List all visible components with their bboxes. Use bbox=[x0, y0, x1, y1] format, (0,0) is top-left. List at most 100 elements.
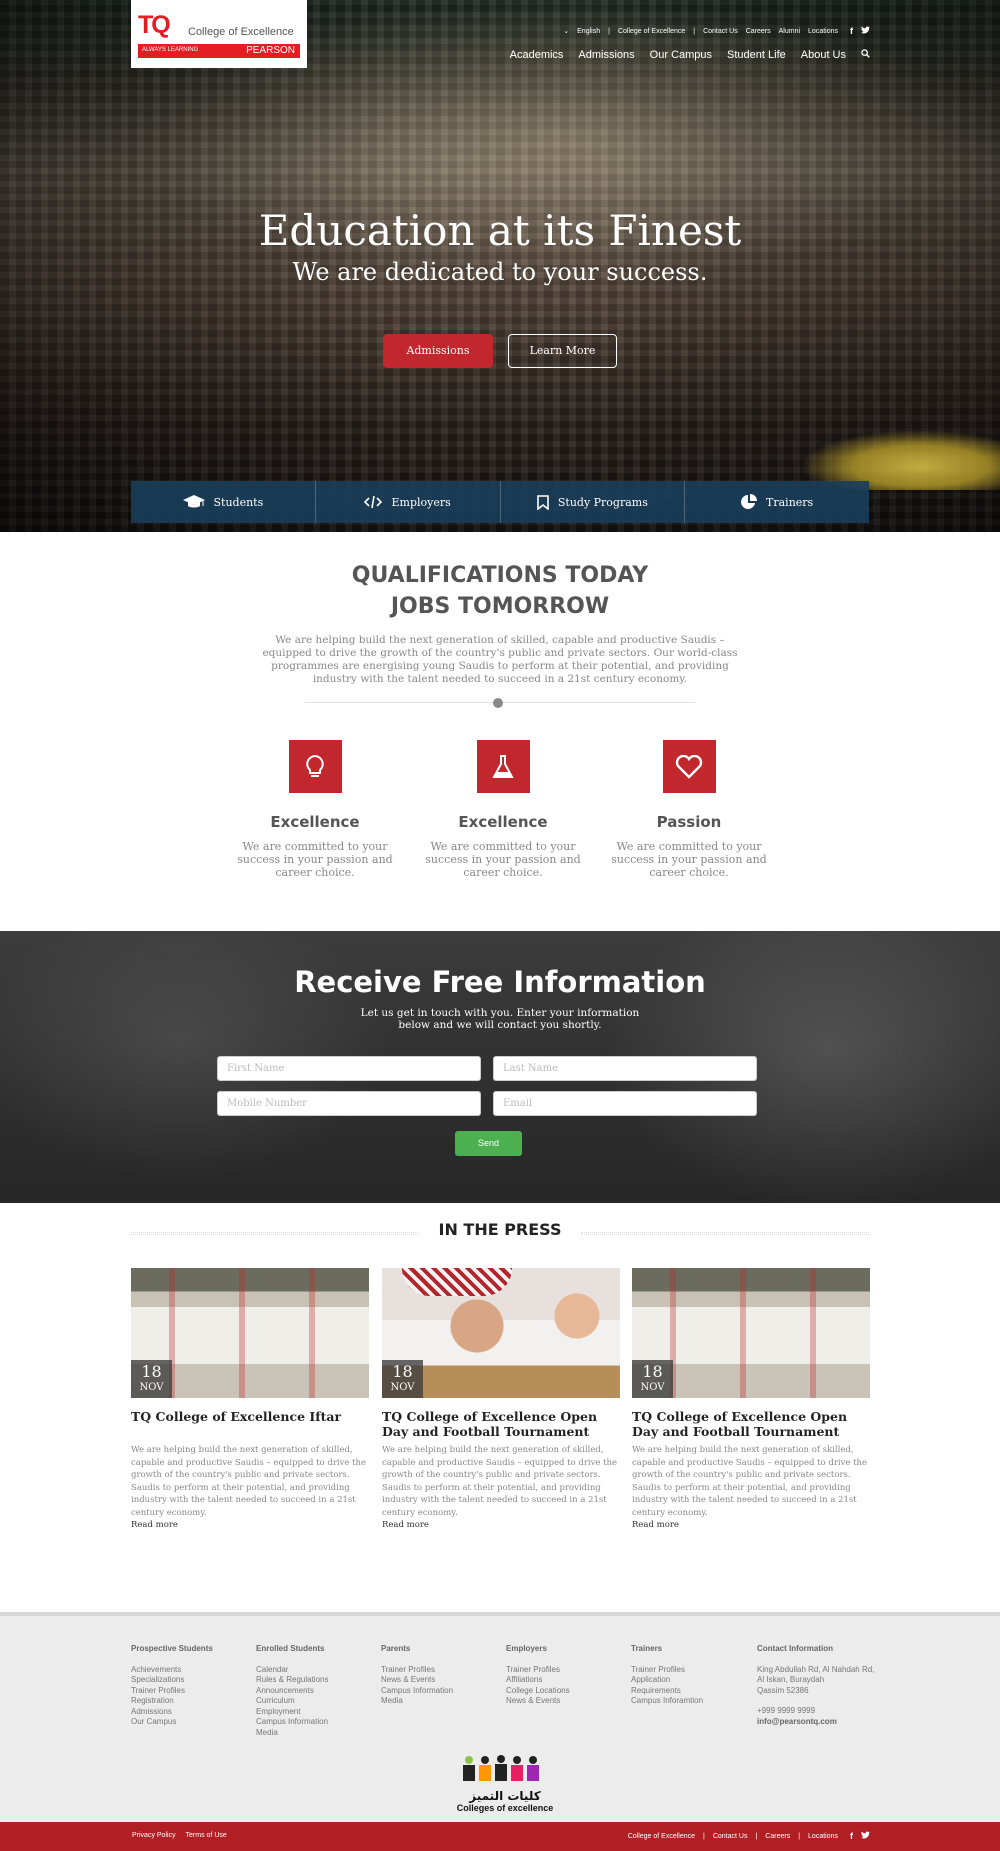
feature-card: Excellence We are committed to your succ… bbox=[235, 740, 395, 879]
form-text: Let us get in touch with you. Enter your… bbox=[0, 1007, 1000, 1031]
email-field[interactable] bbox=[493, 1091, 757, 1116]
feature-text: We are committed to your success in your… bbox=[611, 840, 767, 879]
nav-our-campus[interactable]: Our Campus bbox=[650, 49, 712, 61]
read-more-link[interactable]: Read more bbox=[131, 1520, 178, 1530]
util-link-college[interactable]: College of Excellence bbox=[618, 28, 685, 35]
article-image[interactable]: 18 NOV bbox=[382, 1268, 620, 1398]
feature-title: Excellence bbox=[458, 813, 548, 831]
footer-link[interactable]: Trainer Profiles bbox=[131, 1686, 251, 1697]
date-badge: 18 NOV bbox=[382, 1360, 423, 1398]
footer-link[interactable]: Media bbox=[381, 1696, 501, 1707]
footer-link[interactable]: Campus Information bbox=[381, 1686, 501, 1697]
colleges-of-excellence-logo[interactable]: كليات التميز Colleges of excellence bbox=[455, 1754, 555, 1814]
contact-phone[interactable]: +999 9999 9999 bbox=[757, 1706, 882, 1717]
article-title[interactable]: TQ College of Excellence Open Day and Fo… bbox=[632, 1409, 870, 1439]
form-title: Receive Free Information bbox=[294, 965, 706, 999]
read-more-link[interactable]: Read more bbox=[382, 1520, 429, 1530]
contact-email[interactable]: info@pearsontq.com bbox=[757, 1717, 882, 1728]
util-link-alumni[interactable]: Alumni bbox=[779, 28, 800, 35]
footer-link[interactable]: Calendar bbox=[256, 1665, 376, 1676]
privacy-policy-link[interactable]: Privacy Policy bbox=[132, 1832, 176, 1839]
footer-link[interactable]: Application bbox=[631, 1675, 751, 1686]
feature-text: We are committed to your success in your… bbox=[237, 840, 393, 879]
footer-link[interactable]: Admissions bbox=[131, 1707, 251, 1718]
article-title[interactable]: TQ College of Excellence Open Day and Fo… bbox=[382, 1409, 620, 1439]
footer-column: Enrolled Students Calendar Rules & Regul… bbox=[256, 1644, 376, 1738]
footer-link[interactable]: Requirements bbox=[631, 1686, 751, 1697]
bottom-links: College of Excellence | Contact Us | Car… bbox=[620, 1831, 870, 1841]
footer-link[interactable]: News & Events bbox=[506, 1696, 626, 1707]
legal-links: Privacy Policy Terms of Use bbox=[132, 1832, 227, 1839]
nav-academics[interactable]: Academics bbox=[510, 49, 564, 61]
nav-student-life[interactable]: Student Life bbox=[727, 49, 786, 61]
language-selector[interactable]: English bbox=[577, 28, 600, 35]
nav-admissions[interactable]: Admissions bbox=[578, 49, 634, 61]
mobile-field[interactable] bbox=[217, 1091, 481, 1116]
bottom-link-contact[interactable]: Contact Us bbox=[713, 1833, 748, 1840]
twitter-icon[interactable] bbox=[861, 1831, 870, 1841]
tab-label: Employers bbox=[391, 495, 451, 509]
footer-link[interactable]: Our Campus bbox=[131, 1717, 251, 1728]
util-link-careers[interactable]: Careers bbox=[746, 28, 771, 35]
logo-arabic-text: كليات التميز bbox=[469, 1789, 541, 1803]
article-title[interactable]: TQ College of Excellence Iftar bbox=[131, 1409, 369, 1424]
footer-link[interactable]: Achievements bbox=[131, 1665, 251, 1676]
read-more-link[interactable]: Read more bbox=[632, 1520, 679, 1530]
feature-text: We are committed to your success in your… bbox=[425, 840, 581, 879]
footer-link[interactable]: Affiliations bbox=[506, 1675, 626, 1686]
feature-card: Excellence We are committed to your succ… bbox=[423, 740, 583, 879]
press-card[interactable]: 18 NOV TQ College of Excellence Open Day… bbox=[632, 1268, 870, 1530]
util-link-contact[interactable]: Contact Us bbox=[703, 28, 738, 35]
last-name-field[interactable] bbox=[493, 1056, 757, 1081]
admissions-button[interactable]: Admissions bbox=[383, 334, 493, 368]
bottom-link-locations[interactable]: Locations bbox=[808, 1833, 838, 1840]
graduation-cap-icon bbox=[182, 495, 205, 508]
util-link-locations[interactable]: Locations bbox=[808, 28, 838, 35]
footer-link[interactable]: Trainer Profiles bbox=[506, 1665, 626, 1676]
facebook-icon[interactable]: f bbox=[850, 1831, 853, 1841]
chevron-down-icon[interactable]: ⌄ bbox=[563, 27, 569, 35]
facebook-icon[interactable]: f bbox=[850, 26, 853, 36]
date-month: NOV bbox=[390, 1382, 415, 1393]
footer-link[interactable]: Curriculum bbox=[256, 1696, 376, 1707]
footer-link[interactable]: Trainer Profiles bbox=[381, 1665, 501, 1676]
terms-of-use-link[interactable]: Terms of Use bbox=[186, 1832, 227, 1839]
main-nav: Academics Admissions Our Campus Student … bbox=[495, 49, 870, 61]
footer-link[interactable]: Campus Information bbox=[256, 1717, 376, 1728]
footer-link[interactable]: Media bbox=[256, 1728, 376, 1739]
footer-column-title: Parents bbox=[381, 1644, 411, 1653]
nav-about-us[interactable]: About Us bbox=[801, 49, 846, 61]
tab-label: Study Programs bbox=[557, 495, 648, 509]
footer-link[interactable]: Trainer Profiles bbox=[631, 1665, 751, 1676]
footer-link[interactable]: Rules & Regulations bbox=[256, 1675, 376, 1686]
bookmark-icon bbox=[537, 494, 549, 510]
footer-column: Prospective Students Achievements Specia… bbox=[131, 1644, 251, 1728]
footer-link[interactable]: News & Events bbox=[381, 1675, 501, 1686]
tab-employers[interactable]: Employers bbox=[316, 481, 501, 523]
footer-link[interactable]: Registration bbox=[131, 1696, 251, 1707]
first-name-field[interactable] bbox=[217, 1056, 481, 1081]
footer-link[interactable]: Announcements bbox=[256, 1686, 376, 1697]
hero-subtitle: We are dedicated to your success. bbox=[292, 258, 708, 286]
article-image[interactable]: 18 NOV bbox=[632, 1268, 870, 1398]
search-icon[interactable] bbox=[861, 49, 870, 61]
press-card[interactable]: 18 NOV TQ College of Excellence Iftar We… bbox=[131, 1268, 369, 1530]
bottom-link-college[interactable]: College of Excellence bbox=[628, 1833, 695, 1840]
press-card[interactable]: 18 NOV TQ College of Excellence Open Day… bbox=[382, 1268, 620, 1530]
site-logo[interactable]: TQ College of Excellence ALWAYS LEARNING… bbox=[131, 0, 307, 68]
twitter-icon[interactable] bbox=[861, 26, 870, 36]
tab-trainers[interactable]: Trainers bbox=[685, 481, 869, 523]
logo-tagline: ALWAYS LEARNING bbox=[142, 47, 199, 53]
footer-link[interactable]: Campus Inforamtion bbox=[631, 1696, 751, 1707]
send-button[interactable]: Send bbox=[455, 1131, 522, 1156]
footer-column: Trainers Trainer Profiles Application Re… bbox=[631, 1644, 751, 1707]
tab-students[interactable]: Students bbox=[131, 481, 316, 523]
article-image[interactable]: 18 NOV bbox=[131, 1268, 369, 1398]
footer-link[interactable]: College Locations bbox=[506, 1686, 626, 1697]
bottom-link-careers[interactable]: Careers bbox=[765, 1833, 790, 1840]
learn-more-button[interactable]: Learn More bbox=[508, 334, 617, 368]
date-day: 18 bbox=[141, 1362, 162, 1381]
tab-study-programs[interactable]: Study Programs bbox=[501, 481, 686, 523]
footer-link[interactable]: Specializations bbox=[131, 1675, 251, 1686]
footer-link[interactable]: Employment bbox=[256, 1707, 376, 1718]
